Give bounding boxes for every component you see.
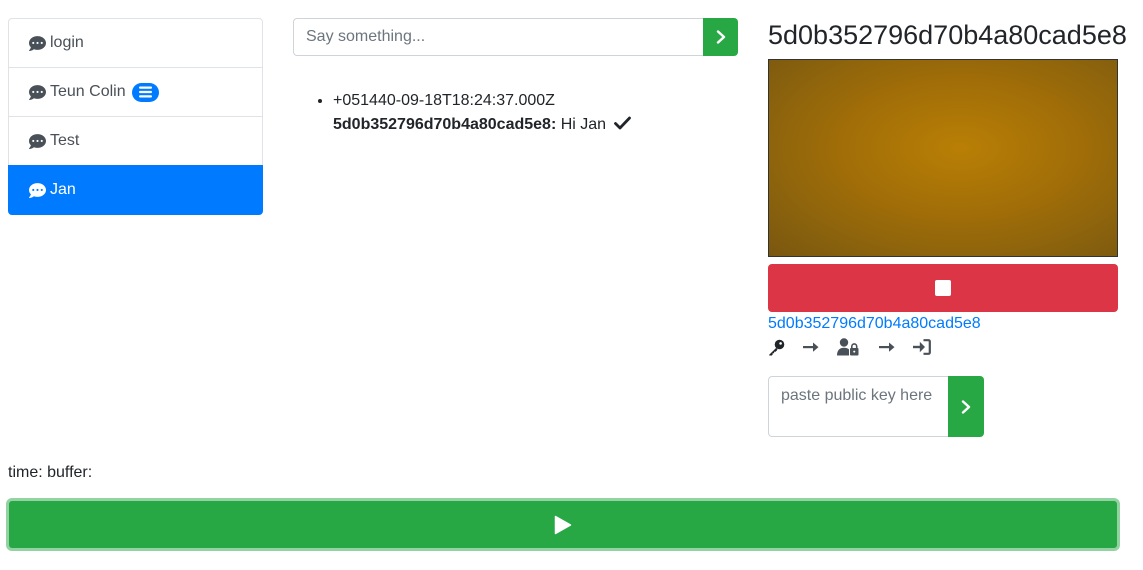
sidebar-item-label: login xyxy=(50,34,84,51)
comment-dots-icon xyxy=(29,182,46,198)
message-text: Hi Jan xyxy=(560,116,607,133)
arrow-right-icon xyxy=(803,341,819,353)
user-lock-icon xyxy=(837,338,859,356)
comment-dots-icon xyxy=(29,133,46,149)
handshake-icons xyxy=(768,337,931,357)
message-sender: 5d0b352796d70b4a80cad5e8: xyxy=(333,116,557,133)
chevron-right-icon xyxy=(716,30,725,44)
play-button[interactable] xyxy=(6,498,1120,551)
video-preview xyxy=(768,59,1118,257)
message-list: +051440-09-18T18:24:37.000Z 5d0b352796d7… xyxy=(313,89,733,137)
list-icon xyxy=(138,86,152,98)
room-title: 5d0b352796d70b4a80cad5e8 xyxy=(768,20,1127,50)
peer-id-link[interactable]: 5d0b352796d70b4a80cad5e8 xyxy=(768,314,981,334)
playback-status: time: buffer: xyxy=(8,464,93,481)
sidebar-item-login[interactable]: login xyxy=(8,18,263,68)
check-icon xyxy=(613,116,631,130)
chat-list: login Teun Colin Test Jan xyxy=(8,18,263,215)
play-icon xyxy=(554,515,572,534)
chevron-right-icon xyxy=(961,399,971,414)
message-timestamp: +051440-09-18T18:24:37.000Z xyxy=(333,92,555,109)
comment-dots-icon xyxy=(29,84,46,100)
sidebar-item-test[interactable]: Test xyxy=(8,116,263,166)
sidebar-item-label: Test xyxy=(50,132,80,149)
submit-key-button[interactable] xyxy=(948,376,984,437)
key-icon xyxy=(768,339,785,356)
list-badge xyxy=(131,82,159,102)
sidebar-item-jan[interactable]: Jan xyxy=(8,165,263,215)
send-button[interactable] xyxy=(703,18,738,56)
comment-dots-icon xyxy=(29,35,46,51)
sign-in-icon xyxy=(913,339,931,355)
stop-button[interactable] xyxy=(768,264,1118,312)
sidebar-item-label: Jan xyxy=(50,181,76,198)
sidebar-item-teun-colin[interactable]: Teun Colin xyxy=(8,67,263,117)
list-item: +051440-09-18T18:24:37.000Z 5d0b352796d7… xyxy=(333,89,733,137)
arrow-right-icon xyxy=(879,341,895,353)
message-body: 5d0b352796d70b4a80cad5e8: Hi Jan xyxy=(333,113,733,137)
public-key-input[interactable] xyxy=(768,376,949,437)
sidebar-item-label: Teun Colin xyxy=(50,83,126,100)
stop-icon xyxy=(935,280,951,296)
message-input[interactable] xyxy=(293,18,704,56)
